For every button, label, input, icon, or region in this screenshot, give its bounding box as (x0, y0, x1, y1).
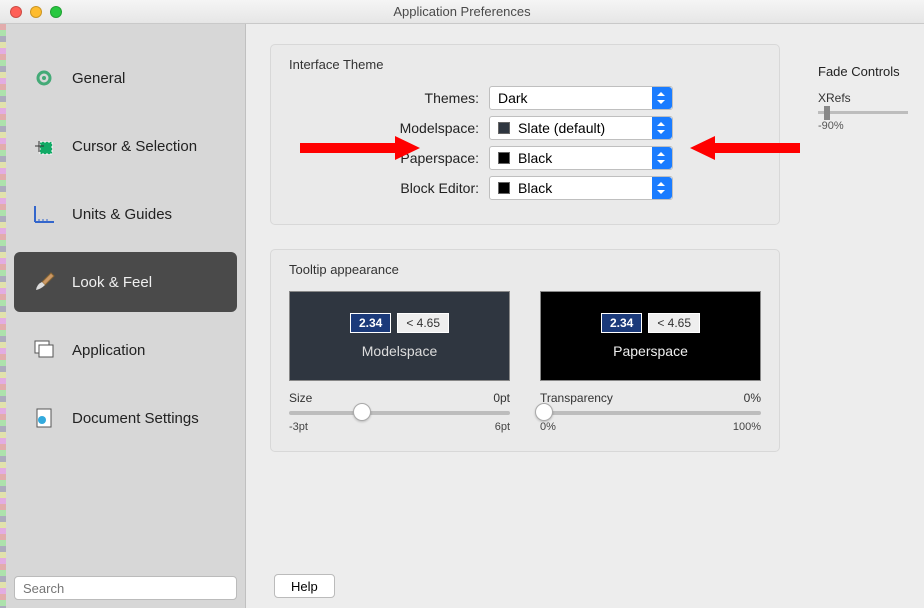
search-input[interactable] (14, 576, 237, 600)
sidebar-item-cursor[interactable]: Cursor & Selection (14, 116, 237, 176)
minimize-window-button[interactable] (30, 6, 42, 18)
paperspace-select[interactable]: Black (489, 146, 673, 170)
interface-theme-group: Interface Theme Themes: Dark Modelspace:… (270, 44, 780, 225)
preferences-sidebar: General Cursor & Selection Units & Guide… (6, 24, 246, 608)
ruler-icon (30, 202, 58, 226)
modelspace-select[interactable]: Slate (default) (489, 116, 673, 140)
size-min: -3pt (289, 421, 308, 433)
group-title: Tooltip appearance (289, 262, 761, 277)
sidebar-item-label: Look & Feel (72, 274, 152, 291)
select-value: Dark (498, 90, 528, 106)
chevron-updown-icon (652, 117, 672, 139)
sidebar-item-label: Application (72, 342, 145, 359)
trans-min: 0% (540, 421, 556, 433)
sidebar-item-document[interactable]: Document Settings (14, 388, 237, 448)
document-settings-icon (30, 406, 58, 430)
size-label: Size (289, 391, 312, 405)
help-button[interactable]: Help (274, 574, 335, 598)
chevron-updown-icon (652, 87, 672, 109)
select-value: Black (518, 150, 552, 166)
color-swatch-icon (498, 182, 510, 194)
paintbrush-icon (30, 270, 58, 294)
size-max: 6pt (495, 421, 510, 433)
fade-xrefs-label: XRefs (818, 91, 924, 105)
transparency-value: 0% (744, 391, 761, 405)
sidebar-item-application[interactable]: Application (14, 320, 237, 380)
select-value: Slate (default) (518, 120, 605, 136)
sidebar-item-general[interactable]: General (14, 48, 237, 108)
windows-icon (30, 338, 58, 362)
slider-thumb[interactable] (535, 403, 553, 421)
trans-max: 100% (733, 421, 761, 433)
gear-icon (30, 66, 58, 90)
transparency-slider[interactable] (540, 411, 761, 415)
color-swatch-icon (498, 152, 510, 164)
close-window-button[interactable] (10, 6, 22, 18)
search-container (14, 576, 237, 600)
preview-value-a: 2.34 (601, 313, 642, 333)
modelspace-label: Modelspace: (289, 120, 489, 136)
zoom-window-button[interactable] (50, 6, 62, 18)
color-swatch-icon (498, 122, 510, 134)
sidebar-item-label: Units & Guides (72, 206, 172, 223)
size-value: 0pt (493, 391, 510, 405)
blockeditor-select[interactable]: Black (489, 176, 673, 200)
themes-label: Themes: (289, 90, 489, 106)
fade-controls-panel: Fade Controls XRefs -90% (814, 64, 924, 132)
fade-xrefs-value: -90% (818, 120, 924, 132)
paperspace-label: Paperspace: (289, 150, 489, 166)
sidebar-item-look-feel[interactable]: Look & Feel (14, 252, 237, 312)
chevron-updown-icon (652, 177, 672, 199)
edge-decoration (0, 24, 6, 608)
transparency-label: Transparency (540, 391, 613, 405)
preview-label: Paperspace (613, 343, 688, 359)
window-titlebar: Application Preferences (0, 0, 924, 24)
modelspace-preview: 2.34 < 4.65 Modelspace (289, 291, 510, 381)
size-slider[interactable] (289, 411, 510, 415)
sidebar-item-label: Cursor & Selection (72, 138, 197, 155)
fade-xrefs-slider[interactable] (818, 111, 908, 114)
preview-label: Modelspace (362, 343, 438, 359)
slider-thumb[interactable] (824, 106, 830, 120)
content-pane: Interface Theme Themes: Dark Modelspace:… (246, 24, 924, 608)
sidebar-item-label: General (72, 70, 125, 87)
group-title: Interface Theme (289, 57, 761, 72)
tooltip-appearance-group: Tooltip appearance 2.34 < 4.65 Modelspac… (270, 249, 780, 452)
preview-value-b: < 4.65 (397, 313, 449, 333)
chevron-updown-icon (652, 147, 672, 169)
sidebar-item-units[interactable]: Units & Guides (14, 184, 237, 244)
select-value: Black (518, 180, 552, 196)
sidebar-item-label: Document Settings (72, 410, 199, 427)
paperspace-preview: 2.34 < 4.65 Paperspace (540, 291, 761, 381)
window-title: Application Preferences (0, 4, 924, 19)
blockeditor-label: Block Editor: (289, 180, 489, 196)
fade-title: Fade Controls (818, 64, 924, 79)
preview-value-b: < 4.65 (648, 313, 700, 333)
themes-select[interactable]: Dark (489, 86, 673, 110)
slider-thumb[interactable] (353, 403, 371, 421)
cursor-selection-icon (30, 134, 58, 158)
preview-value-a: 2.34 (350, 313, 391, 333)
